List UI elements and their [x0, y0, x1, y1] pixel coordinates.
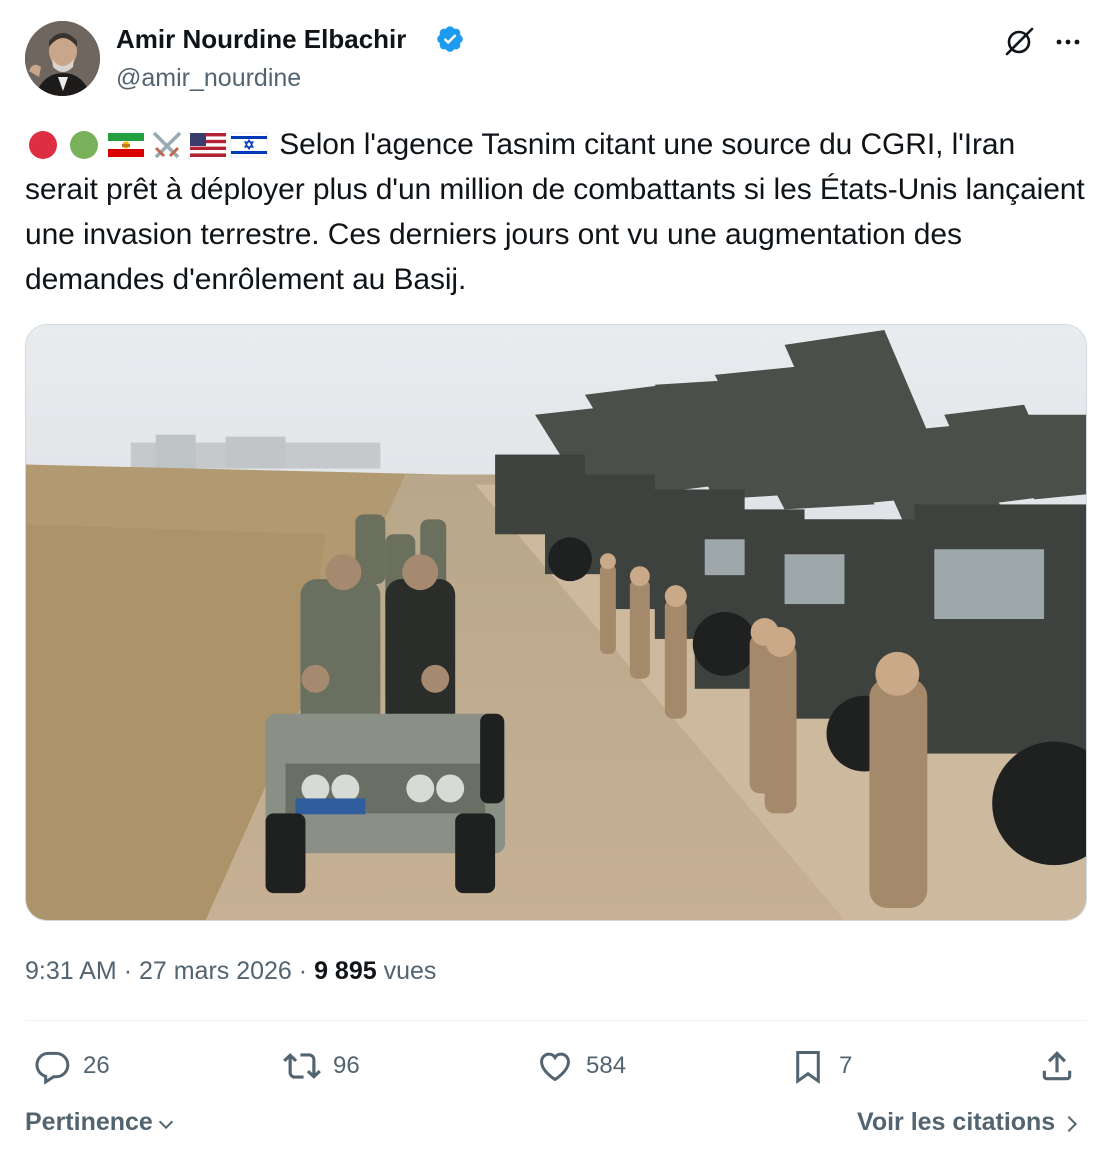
bookmark-button[interactable]: 7 [789, 1044, 852, 1088]
meta-separator: · [123, 957, 139, 985]
tweet-date[interactable]: 27 mars 2026 [139, 957, 292, 985]
sort-dropdown[interactable]: Pertinence [25, 1108, 177, 1137]
us-flag-icon [189, 130, 227, 160]
meta-separator: · [298, 957, 315, 985]
views-label: vues [383, 957, 437, 985]
reply-button[interactable]: 26 [33, 1044, 110, 1088]
bookmark-icon [796, 1051, 820, 1084]
verified-badge-icon [435, 24, 465, 54]
iran-flag-icon [107, 130, 145, 160]
repost-icon [283, 1053, 321, 1079]
like-button[interactable]: 584 [536, 1044, 626, 1088]
author-display-name[interactable]: Amir Nourdine Elbachir [116, 22, 406, 56]
reply-count: 26 [83, 1052, 110, 1079]
view-quotes-link[interactable]: Voir les citations [857, 1108, 1083, 1137]
repost-count: 96 [333, 1052, 360, 1079]
heart-icon [540, 1052, 570, 1082]
tweet-photo[interactable] [25, 324, 1087, 921]
bookmark-count: 7 [839, 1052, 853, 1079]
tweet-text: Selon l'agence Tasnim citant une source … [25, 122, 1085, 302]
author-handle[interactable]: @amir_nourdine [116, 62, 301, 94]
avatar[interactable] [25, 21, 100, 96]
divider [25, 1020, 1087, 1021]
tweet-meta: 9:31 AM · 27 mars 2026 · 9 895 vues [25, 954, 436, 988]
grok-icon[interactable] [1001, 24, 1037, 60]
repost-button[interactable]: 96 [283, 1044, 360, 1088]
israel-flag-icon [230, 130, 268, 160]
crossed-swords-icon [148, 130, 186, 160]
chevron-down-icon [158, 1120, 173, 1129]
reply-icon [35, 1051, 70, 1085]
quotes-label: Voir les citations [857, 1108, 1056, 1136]
red-circle-icon [25, 130, 63, 160]
share-button[interactable] [1038, 1044, 1076, 1088]
views-count: 9 895 [314, 957, 377, 985]
green-circle-icon [66, 130, 104, 160]
chevron-right-icon [1067, 1115, 1078, 1132]
tweet-text-line1: Selon l'agence Tasnim citant une source … [279, 128, 944, 161]
like-count: 584 [586, 1052, 627, 1079]
sort-label: Pertinence [25, 1108, 153, 1136]
share-icon [1042, 1051, 1072, 1081]
more-options-icon[interactable] [1050, 24, 1086, 60]
tweet-time[interactable]: 9:31 AM [25, 957, 117, 985]
